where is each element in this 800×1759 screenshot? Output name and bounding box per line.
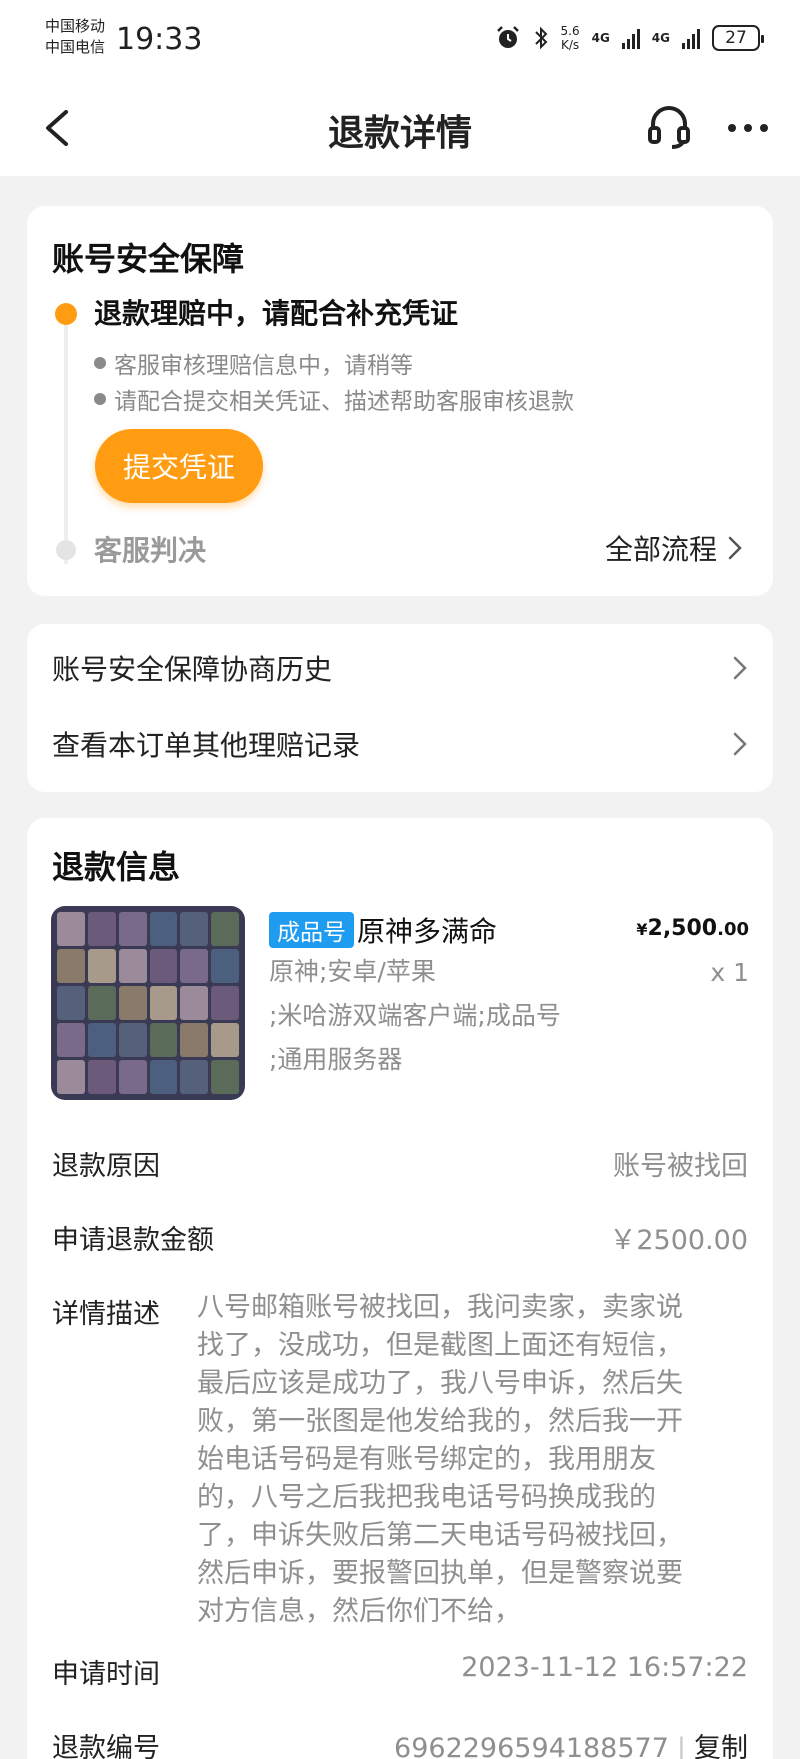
- network-speed: 5.6 K/s: [560, 24, 580, 52]
- thumbnail-tile: [180, 1060, 209, 1094]
- bluetooth-icon: [534, 26, 547, 50]
- next-step-title: 客服判决: [94, 534, 207, 567]
- carrier-info: 中国移动 中国电信: [45, 16, 105, 58]
- security-card: 账号安全保障 退款理赔中，请配合补充凭证 客服审核理赔信息中，请稍等 请配合提交…: [27, 206, 773, 596]
- thumbnail-tile: [57, 1023, 85, 1057]
- product-attr: ;米哈游双端客户端;成品号: [269, 1001, 561, 1030]
- thumbnail-tile: [118, 986, 147, 1020]
- thumbnail-tile: [57, 1060, 85, 1094]
- description-text: 八号邮箱账号被找回，我问卖家，卖家说 找了，没成功，但是截图上面还有短信， 最后…: [197, 1292, 683, 1627]
- signal-bars-1-icon: [621, 27, 640, 49]
- more-icon[interactable]: [724, 108, 772, 148]
- thumbnail-tile: [149, 986, 178, 1020]
- product-price: ¥2,500.00: [636, 916, 749, 941]
- links-card: 账号安全保障协商历史 查看本订单其他理赔记录: [27, 624, 773, 792]
- thumbnail-tile: [211, 912, 239, 946]
- timeline-inactive-dot: [56, 540, 76, 560]
- apply-time-row: 申请时间 2023-11-12 16:57:22: [52, 1652, 748, 1691]
- carrier-2: 中国电信: [45, 38, 106, 56]
- chevron-right-icon: [733, 656, 747, 680]
- divider: |: [676, 1733, 686, 1759]
- refund-number-row: 退款编号 6962296594188577 | 复制: [52, 1726, 748, 1759]
- thumbnail-tile: [118, 1060, 147, 1094]
- active-step-title: 退款理赔中，请配合补充凭证: [94, 297, 459, 330]
- thumbnail-tile: [87, 1060, 116, 1094]
- product-attr: ;通用服务器: [269, 1045, 403, 1074]
- thumbnail-tile: [211, 1060, 239, 1094]
- battery-level: 27: [725, 28, 747, 48]
- thumbnail-tile: [149, 1060, 178, 1094]
- product-attr: 原神;安卓/苹果: [269, 957, 436, 986]
- refund-info-card: 退款信息 成品号 原神多满命 原神;安卓/苹果 ;米哈游双端客户端;成品号 ;通…: [27, 818, 773, 1759]
- step-bullet: 请配合提交相关凭证、描述帮助客服审核退款: [94, 382, 574, 416]
- refund-info-title: 退款信息: [52, 848, 181, 886]
- thumbnail-tile: [87, 912, 116, 946]
- thumbnail-tile: [87, 949, 116, 983]
- thumbnail-tile: [118, 1023, 147, 1057]
- network-type-2: 4G: [651, 31, 670, 45]
- thumbnail-tile: [211, 1023, 239, 1057]
- thumbnail-tile: [87, 1023, 116, 1057]
- all-flow-link[interactable]: 全部流程: [605, 528, 743, 568]
- chevron-right-icon: [728, 536, 742, 560]
- bullet-dot: [94, 357, 106, 369]
- step-bullet: 客服审核理赔信息中，请稍等: [94, 346, 413, 380]
- refund-number-group: 6962296594188577 | 复制: [394, 1726, 748, 1759]
- thumbnail-tile: [57, 912, 85, 946]
- refund-reason-value: 账号被找回: [613, 1151, 748, 1182]
- signal-bars-2-icon: [682, 27, 700, 49]
- timeline-line: [64, 314, 68, 564]
- refund-amount-row: 申请退款金额 ￥2500.00: [52, 1218, 748, 1257]
- network-type-1: 4G: [591, 31, 610, 45]
- thumbnail-tile: [180, 949, 209, 983]
- thumbnail-tile: [149, 912, 178, 946]
- thumbnail-tile: [180, 912, 209, 946]
- negotiation-history-link[interactable]: 账号安全保障协商历史: [52, 638, 748, 698]
- thumbnail-tile: [149, 1023, 178, 1057]
- thumbnail-tile: [149, 949, 178, 983]
- product-thumbnail[interactable]: [51, 906, 245, 1100]
- bullet-dot: [94, 393, 106, 405]
- thumbnail-tile: [118, 949, 147, 983]
- product-name: 原神多满命: [357, 915, 498, 948]
- carrier-1: 中国移动: [45, 17, 106, 35]
- thumbnail-tile: [57, 949, 85, 983]
- thumbnail-tile: [180, 986, 209, 1020]
- refund-number-value: 6962296594188577: [394, 1733, 669, 1759]
- thumbnail-tile: [180, 1023, 209, 1057]
- product-quantity: x 1: [710, 958, 749, 987]
- refund-amount-label: 申请退款金额: [52, 1225, 214, 1256]
- status-time: 19:33: [116, 22, 203, 57]
- refund-number-label: 退款编号: [52, 1733, 160, 1759]
- chevron-right-icon: [733, 732, 747, 756]
- headset-icon[interactable]: [646, 102, 692, 150]
- other-claims-link[interactable]: 查看本订单其他理赔记录: [52, 714, 748, 774]
- refund-amount-value: ￥2500.00: [609, 1225, 748, 1256]
- apply-time-label: 申请时间: [52, 1659, 160, 1690]
- submit-evidence-button[interactable]: 提交凭证: [95, 429, 263, 503]
- description-label: 详情描述: [52, 1299, 160, 1330]
- thumbnail-tile: [211, 986, 239, 1020]
- thumbnail-tile: [87, 986, 116, 1020]
- copy-button[interactable]: 复制: [694, 1733, 748, 1759]
- apply-time-value: 2023-11-12 16:57:22: [461, 1652, 748, 1683]
- thumbnail-tile: [211, 949, 239, 983]
- timeline-active-dot: [55, 303, 77, 325]
- thumbnail-tile: [57, 986, 85, 1020]
- security-card-title: 账号安全保障: [52, 240, 245, 278]
- battery-icon: 27: [712, 25, 764, 51]
- refund-reason-label: 退款原因: [52, 1151, 160, 1182]
- alarm-icon: [496, 26, 519, 48]
- nav-bar: 退款详情: [0, 80, 800, 176]
- thumbnail-tile: [118, 912, 147, 946]
- status-bar: 中国移动 中国电信 19:33 5.6 K/s 4G 4G 27: [0, 0, 800, 80]
- status-icons: 5.6 K/s 4G 4G 27: [495, 24, 764, 52]
- product-tag: 成品号: [269, 912, 354, 948]
- refund-reason-row: 退款原因 账号被找回: [52, 1144, 748, 1183]
